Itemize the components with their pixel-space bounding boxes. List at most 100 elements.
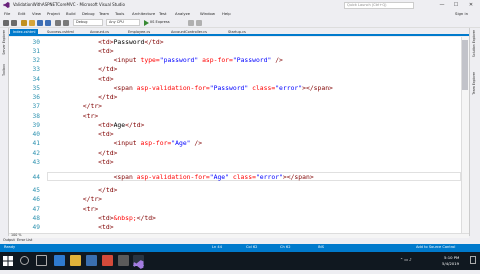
open-folder-icon[interactable] bbox=[29, 20, 35, 26]
forward-icon[interactable] bbox=[11, 20, 17, 26]
solution-explorer-tab[interactable]: Solution Explorer bbox=[472, 30, 476, 57]
undo-icon[interactable] bbox=[55, 20, 61, 26]
store-icon[interactable] bbox=[86, 255, 97, 266]
line-number: 35 bbox=[32, 84, 40, 92]
menu-project[interactable]: Project bbox=[47, 11, 60, 16]
back-icon[interactable] bbox=[3, 20, 9, 26]
code-line-42[interactable]: </td> bbox=[52, 149, 117, 158]
add-to-source-control-button[interactable]: Add to Source Control bbox=[416, 245, 455, 249]
tag: <td> bbox=[98, 130, 114, 138]
menu-help[interactable]: Help bbox=[222, 11, 231, 16]
tag: <td> bbox=[98, 74, 114, 83]
visual-studio-taskbar-icon[interactable] bbox=[133, 255, 144, 269]
attribute: type= bbox=[140, 56, 160, 64]
menu-build[interactable]: Build bbox=[66, 11, 76, 16]
menu-debug[interactable]: Debug bbox=[82, 11, 95, 16]
task-view-icon[interactable] bbox=[36, 255, 47, 266]
menu-test[interactable]: Test bbox=[159, 11, 166, 16]
tab-error-list[interactable]: Error List bbox=[17, 238, 32, 242]
tab-output[interactable]: Output bbox=[3, 238, 15, 242]
tab-success-cshtml[interactable]: Success.cshtml bbox=[44, 29, 77, 36]
code-line-41[interactable]: <input asp-for="Age" /> bbox=[52, 139, 203, 148]
toolbox-tab[interactable]: Toolbox bbox=[2, 64, 6, 76]
tab-account-cs[interactable]: Account.cs bbox=[87, 29, 112, 36]
platform-select[interactable]: Any CPU bbox=[106, 19, 140, 26]
tag: </td> bbox=[98, 65, 118, 74]
quick-launch-input[interactable]: Quick Launch (Ctrl+Q) bbox=[344, 2, 414, 9]
code-line-30[interactable]: <td>Password</td> bbox=[52, 38, 163, 47]
code-line-46[interactable]: </tr> bbox=[52, 195, 102, 204]
zoom-level[interactable]: 100 % bbox=[11, 233, 21, 237]
refresh-icon[interactable] bbox=[188, 20, 194, 26]
code-line-31[interactable]: <td> bbox=[52, 47, 113, 56]
tag: <td> bbox=[98, 223, 114, 231]
tag: </td> bbox=[136, 213, 156, 222]
attribute-value: "Age" bbox=[171, 139, 191, 148]
code-line-36[interactable]: </td> bbox=[52, 93, 117, 102]
tag: <td> bbox=[98, 120, 114, 129]
code-line-44[interactable]: <span asp-validation-for="Age" class="er… bbox=[52, 173, 314, 182]
menu-tools[interactable]: Tools bbox=[115, 11, 124, 16]
clock-date[interactable]: 5/4/2019 bbox=[442, 261, 459, 266]
tab-index-cshtml[interactable]: Index.cshtml bbox=[10, 29, 39, 36]
close-button[interactable]: ✕ bbox=[465, 1, 477, 9]
attribute-value: "Password" bbox=[232, 56, 272, 64]
line-number: 32 bbox=[32, 57, 40, 64]
menu-file[interactable]: File bbox=[4, 11, 10, 16]
line-number: 39 bbox=[32, 121, 40, 129]
start-debugging-icon[interactable] bbox=[144, 20, 149, 26]
code-line-32[interactable]: <input type="password" asp-for="Password… bbox=[52, 56, 283, 65]
clock-time[interactable]: 5:10 PM bbox=[444, 255, 459, 260]
code-line-43[interactable]: <td> bbox=[52, 158, 113, 167]
status-column: Col 62 bbox=[246, 245, 258, 249]
attribute: class= bbox=[229, 172, 256, 181]
status-char: Ch 62 bbox=[280, 245, 291, 249]
code-line-48[interactable]: <td>&nbsp;</td> bbox=[52, 214, 156, 223]
app-icon[interactable] bbox=[118, 255, 129, 266]
code-line-37[interactable]: </tr> bbox=[52, 102, 102, 111]
code-line-38[interactable]: <tr> bbox=[52, 112, 98, 121]
search-icon[interactable] bbox=[20, 256, 29, 265]
code-line-35[interactable]: <span asp-validation-for="Password" clas… bbox=[52, 84, 333, 93]
menu-team[interactable]: Team bbox=[99, 11, 109, 16]
menu-window[interactable]: Window bbox=[200, 11, 215, 16]
save-all-icon[interactable] bbox=[45, 20, 51, 26]
windows-start-icon[interactable] bbox=[3, 256, 13, 266]
run-target-button[interactable]: IIS Express bbox=[150, 20, 170, 24]
code-line-47[interactable]: <tr> bbox=[52, 205, 98, 214]
line-number: 31 bbox=[32, 47, 40, 55]
code-line-40[interactable]: <td> bbox=[52, 130, 114, 139]
line-number: 33 bbox=[32, 66, 40, 74]
menu-view[interactable]: View bbox=[32, 11, 41, 16]
browser-link-icon[interactable] bbox=[196, 20, 202, 26]
sign-in-link[interactable]: Sign in bbox=[455, 11, 468, 16]
line-number: 47 bbox=[32, 205, 40, 213]
notification-icon[interactable] bbox=[470, 256, 476, 264]
menu-edit[interactable]: Edit bbox=[18, 11, 25, 16]
edge-browser-icon[interactable] bbox=[54, 255, 65, 266]
tab-accountcontroller-cs[interactable]: AccountController.cs bbox=[168, 29, 210, 36]
tab-employee-cs[interactable]: Employee.cs bbox=[125, 29, 153, 36]
vertical-scrollbar-thumb[interactable] bbox=[462, 40, 468, 90]
menu-architecture[interactable]: Architecture bbox=[132, 11, 155, 16]
server-explorer-tab[interactable]: Server Explorer bbox=[2, 30, 6, 55]
code-line-45[interactable]: </td> bbox=[52, 186, 117, 195]
tag: ></span> bbox=[282, 172, 314, 181]
menu-analyze[interactable]: Analyze bbox=[175, 11, 190, 16]
tab-startup-cs[interactable]: Startup.cs bbox=[225, 29, 249, 36]
maximize-button[interactable]: ☐ bbox=[450, 1, 462, 9]
tray-icons[interactable]: ⌃ ▭ ♪ bbox=[400, 257, 412, 262]
code-line-34[interactable]: <td> bbox=[52, 74, 114, 84]
tag: <td> bbox=[98, 213, 114, 222]
configuration-select[interactable]: Debug bbox=[73, 19, 103, 26]
minimize-button[interactable]: — bbox=[436, 1, 448, 9]
team-explorer-tab[interactable]: Team Explorer bbox=[472, 72, 476, 95]
code-line-33[interactable]: </td> bbox=[52, 65, 117, 74]
redo-icon[interactable] bbox=[63, 20, 69, 26]
code-line-49[interactable]: <td> bbox=[52, 223, 114, 232]
file-explorer-icon[interactable] bbox=[70, 255, 81, 266]
chrome-icon[interactable] bbox=[102, 255, 113, 266]
new-project-icon[interactable] bbox=[21, 20, 27, 26]
code-line-39[interactable]: <td>Age</td> bbox=[52, 121, 144, 130]
save-icon[interactable] bbox=[37, 20, 43, 26]
